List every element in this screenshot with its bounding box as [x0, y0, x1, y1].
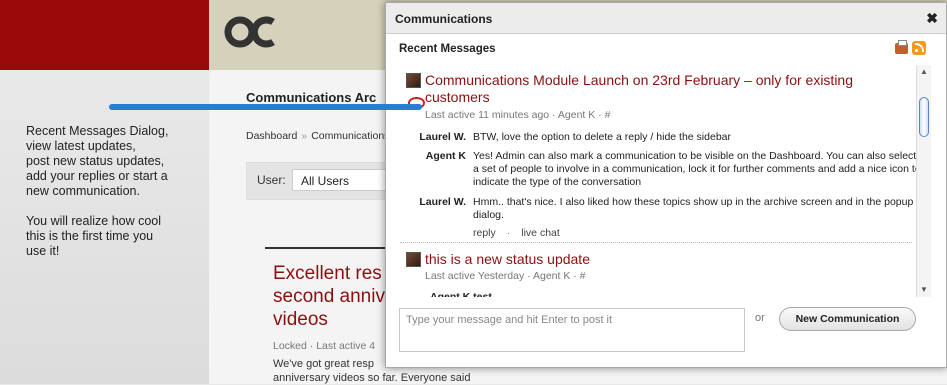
reply-text: BTW, love the option to delete a reply /…	[473, 131, 731, 143]
reply-link[interactable]: reply	[473, 227, 496, 239]
scroll-thumb[interactable]	[919, 97, 929, 137]
conversation-divider	[400, 242, 912, 243]
close-icon[interactable]: ✖	[926, 10, 938, 27]
conversation-meta-2: Last active Yesterday · Agent K · #	[425, 270, 586, 282]
post-meta: Locked · Last active 4	[273, 340, 376, 352]
annotation-paragraph-2: You will realize how cool this is the fi…	[26, 214, 162, 258]
page-title: Communications Arc	[246, 90, 377, 105]
reply-author[interactable]: Laurel W.	[406, 131, 466, 144]
reply-author[interactable]: Agent K	[406, 150, 466, 163]
reply-text: Yes! Admin can also mark a communication…	[473, 150, 916, 188]
conversation-actions: reply · live chat	[473, 227, 560, 239]
user-filter-label: User:	[257, 173, 286, 187]
avatar	[406, 73, 421, 88]
live-chat-link[interactable]: live chat	[521, 227, 560, 239]
user-filter-bar: User: All Users	[246, 162, 393, 200]
conversation-title-1-cont[interactable]: customers	[425, 89, 490, 106]
user-filter-select[interactable]: All Users	[292, 169, 392, 191]
site-logo[interactable]	[222, 12, 278, 52]
reply-preview-cut: Agent K test	[430, 291, 492, 297]
post-divider	[265, 247, 390, 249]
left-brand-bar	[0, 0, 209, 70]
reply-text: Hmm.. that's nice. I also liked how thes…	[473, 196, 914, 221]
print-icon[interactable]	[895, 40, 908, 54]
communications-dialog: Communications ✖ Recent Messages Communi…	[385, 2, 947, 368]
annotation-text: Recent Messages Dialog, view latest upda…	[26, 124, 201, 274]
action-separator: ·	[506, 227, 511, 239]
dialog-titlebar[interactable]: Communications ✖	[386, 3, 946, 34]
post-title[interactable]: Excellent res second anniv videos	[273, 262, 393, 331]
annotation-paragraph-1: Recent Messages Dialog, view latest upda…	[26, 124, 169, 198]
dialog-title: Communications	[395, 12, 493, 26]
or-label: or	[755, 312, 765, 324]
message-input[interactable]	[399, 308, 745, 352]
breadcrumb-dashboard[interactable]: Dashboard	[246, 130, 297, 142]
callout-arrow	[109, 104, 422, 110]
breadcrumb-communications[interactable]: Communications	[311, 130, 389, 142]
reply-author[interactable]: Laurel W.	[406, 196, 466, 209]
breadcrumb-separator: »	[301, 130, 308, 142]
conversation-title-2[interactable]: this is a new status update	[425, 251, 590, 268]
conversation-title-1[interactable]: Communications Module Launch on 23rd Feb…	[425, 72, 853, 89]
messages-scrollbar[interactable]: ▲ ▼	[916, 65, 931, 297]
scroll-down-icon[interactable]: ▼	[919, 285, 929, 295]
scroll-up-icon[interactable]: ▲	[919, 67, 929, 77]
new-communication-button[interactable]: New Communication	[779, 307, 916, 331]
messages-list[interactable]: Communications Module Launch on 23rd Feb…	[396, 65, 916, 297]
avatar	[406, 252, 421, 267]
conversation-meta-1: Last active 11 minutes ago · Agent K · #	[425, 109, 611, 121]
breadcrumb: Dashboard » Communications	[246, 130, 389, 142]
recent-messages-heading: Recent Messages	[399, 43, 496, 55]
rss-icon[interactable]	[912, 41, 926, 55]
